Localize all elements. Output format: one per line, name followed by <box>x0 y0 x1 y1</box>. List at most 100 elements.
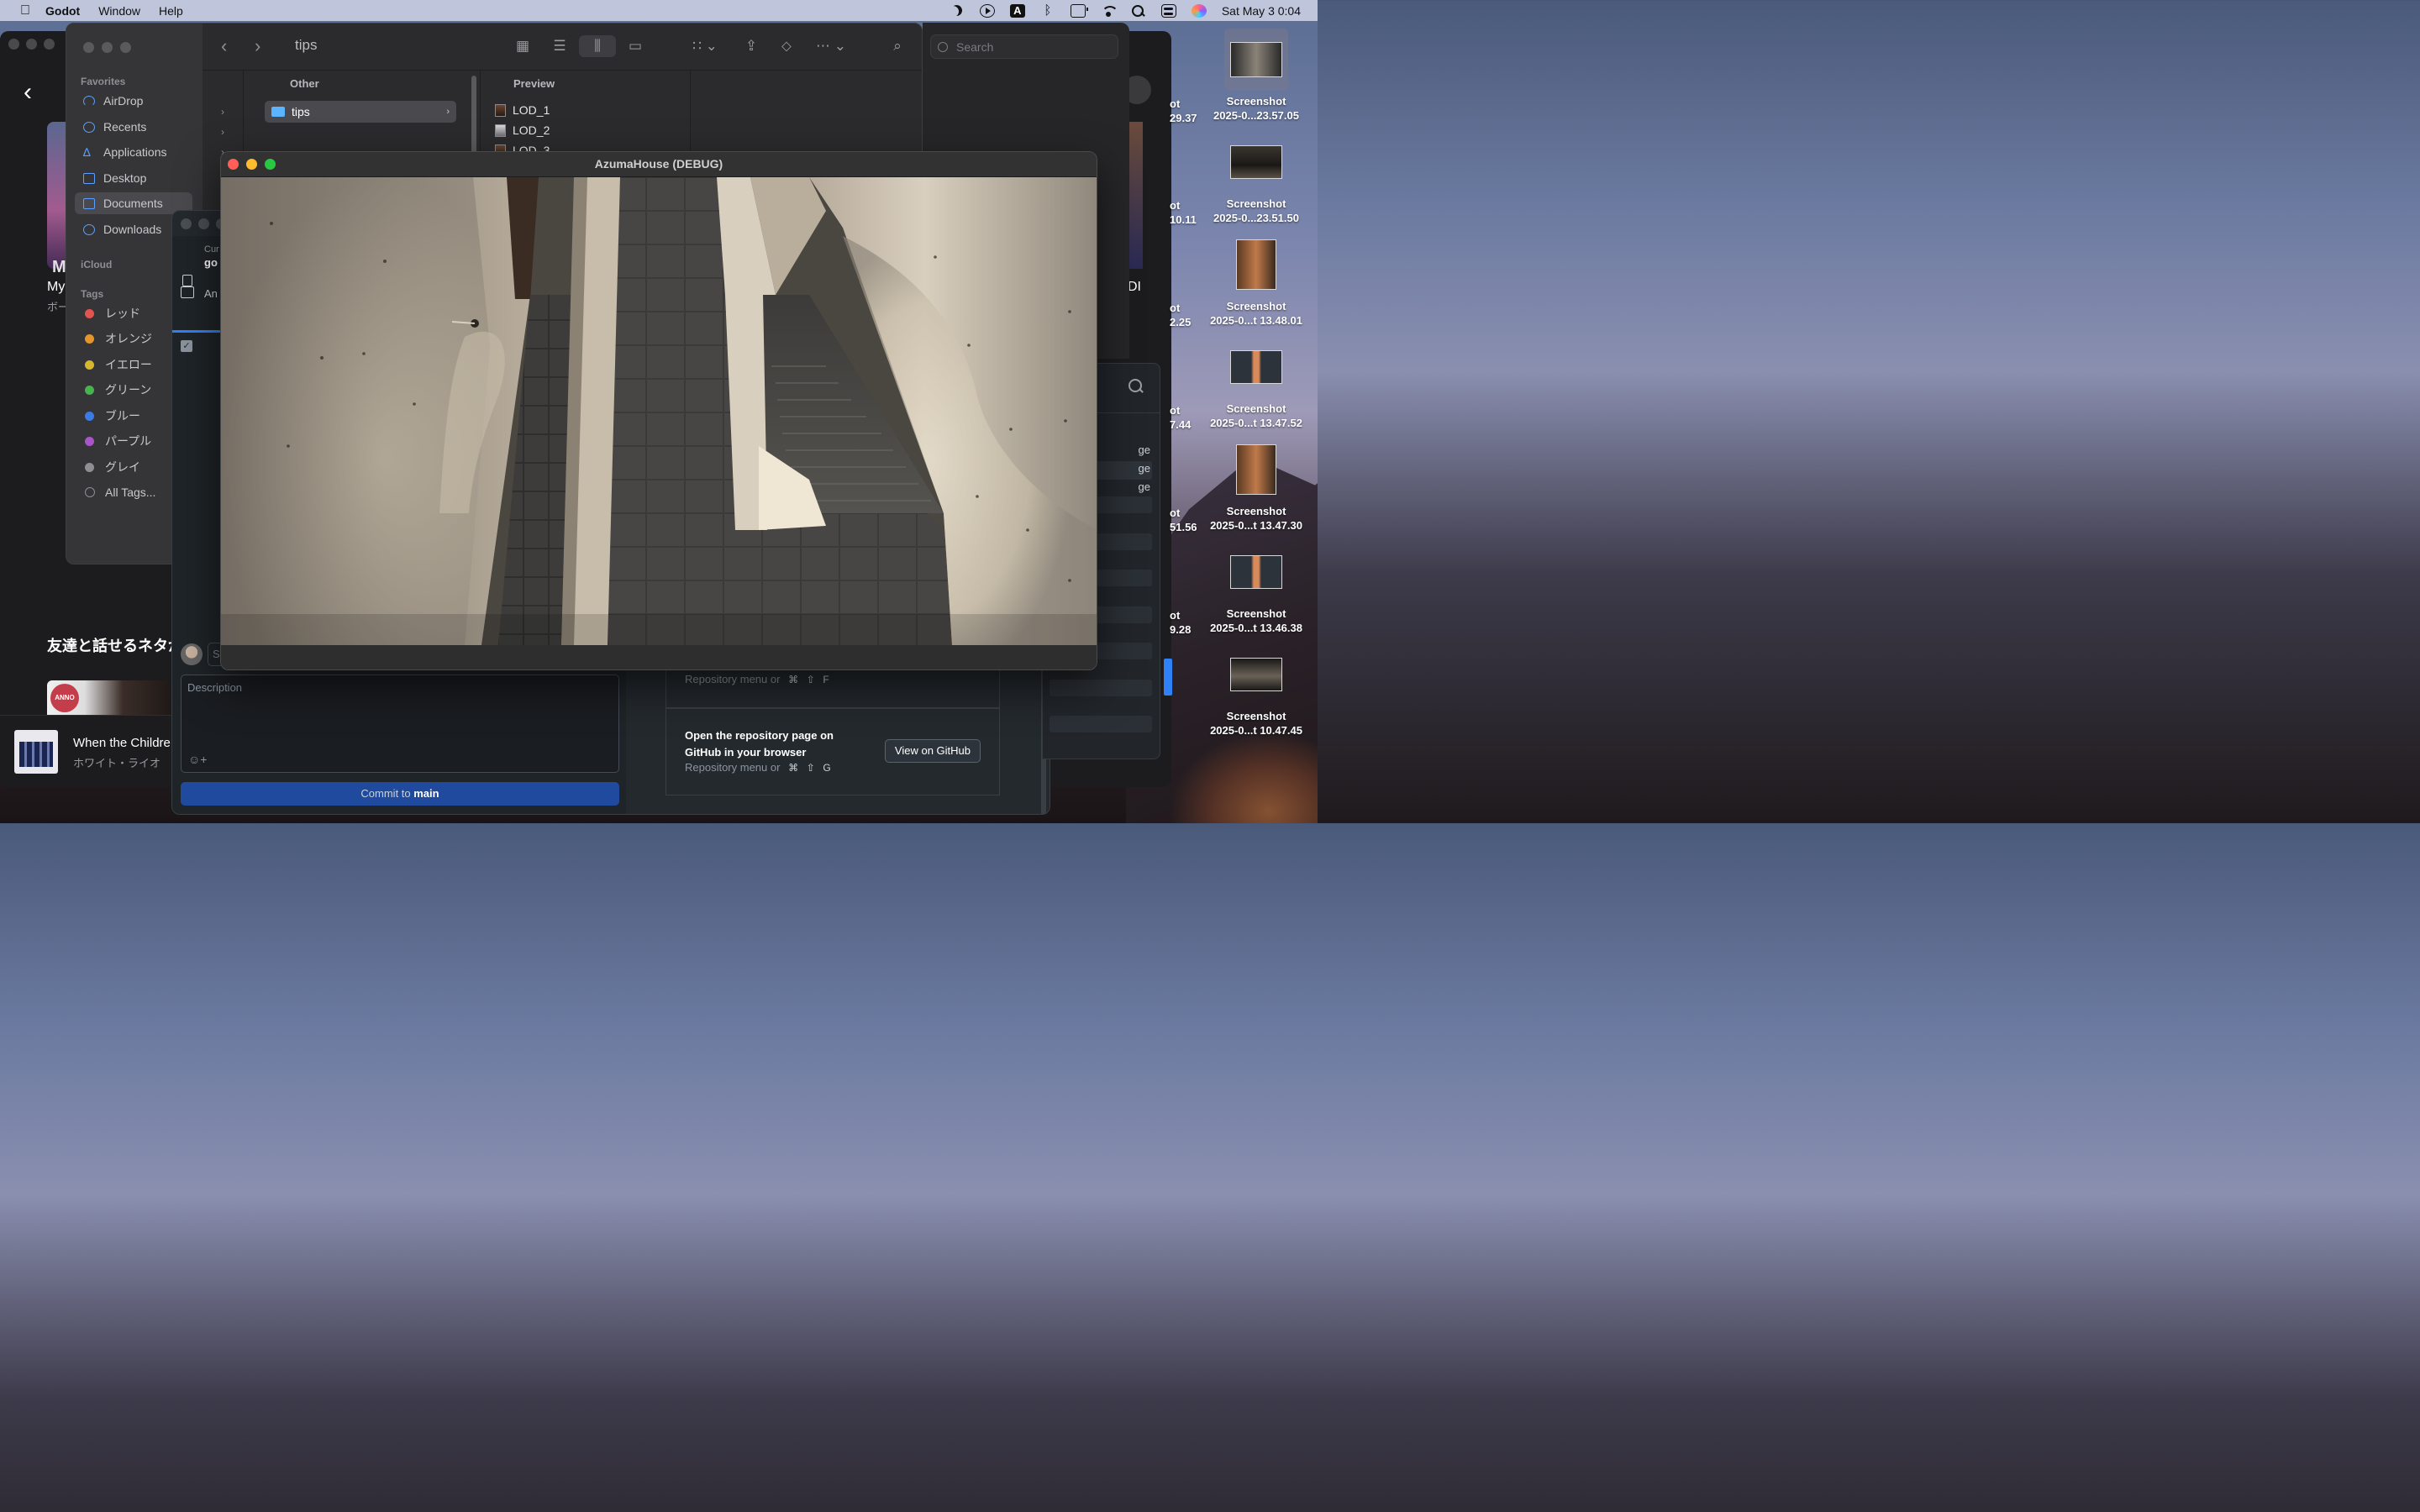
anno-badge: ANNO <box>50 684 79 712</box>
tag-orange-dot-icon <box>85 333 94 344</box>
game-traffic-lights <box>228 159 276 170</box>
screenshot-thumbnail <box>1230 42 1282 77</box>
menu-app-godot[interactable]: Godot <box>45 4 80 18</box>
menu-window[interactable]: Window <box>98 4 140 18</box>
now-playing-subtitle: ホワイト・ライオ <box>73 757 161 769</box>
music-album-title-right: DI <box>1128 280 1141 294</box>
game-status-strip <box>221 645 1097 669</box>
tag-icon[interactable]: ⬦ <box>776 35 797 57</box>
focus-moon-icon[interactable] <box>950 4 965 18</box>
avatar <box>181 643 203 665</box>
list-view-icon[interactable]: ☰ <box>549 35 571 57</box>
game-minimize-button[interactable] <box>246 159 257 170</box>
folder-icon <box>271 107 285 117</box>
now-playing-icon[interactable] <box>979 3 995 18</box>
chevron-right-icon: › <box>446 107 450 117</box>
music-section-title: 友達と話せるネタが <box>47 638 183 654</box>
music-zoom-button[interactable] <box>44 39 55 50</box>
finder-minimize-button[interactable] <box>102 42 113 53</box>
desktop-file-screenshot[interactable]: Screenshot 2025-0...23.57.05 <box>1193 29 1319 123</box>
game-close-button[interactable] <box>228 159 239 170</box>
github-minimize-button[interactable] <box>198 218 209 229</box>
bluetooth-icon[interactable]: ᛒ <box>1040 3 1055 18</box>
desktop-file-screenshot[interactable]: Screenshot 2025-0...t 13.47.30 <box>1193 438 1319 533</box>
description-placeholder: Description <box>187 681 243 694</box>
search-icon[interactable] <box>1128 379 1144 394</box>
now-playing-title: When the Childre <box>73 736 171 750</box>
desktop-file-screenshot[interactable]: Screenshot 2025-0...t 10.47.45 <box>1193 643 1319 738</box>
clipped-file-label[interactable]: ot 7.44 <box>1170 403 1191 432</box>
forward-chevron-icon[interactable]: › <box>255 35 260 57</box>
open-repo-title-2: GitHub in your browser <box>685 746 807 759</box>
command-key-icon: ⌘ <box>788 674 799 685</box>
finder-traffic-lights <box>83 42 131 53</box>
battery-icon[interactable] <box>1070 3 1088 18</box>
more-actions-icon[interactable]: ⋯ ⌄ <box>814 35 848 57</box>
menu-help[interactable]: Help <box>159 4 183 18</box>
f-key: F <box>823 674 829 685</box>
share-icon[interactable]: ⇪ <box>740 35 762 57</box>
sidebar-item-applications[interactable]: ∆ Applications <box>75 141 192 163</box>
control-center-icon[interactable] <box>1160 3 1176 18</box>
screenshot-thumbnail <box>1230 350 1282 384</box>
commit-button[interactable]: Commit to main <box>181 782 619 806</box>
file-row-lod2[interactable]: LOD_2 <box>495 123 550 137</box>
current-repository-value[interactable]: go <box>204 256 218 269</box>
apple-menu-icon[interactable]:  <box>17 3 34 18</box>
back-chevron-icon[interactable]: ‹ <box>221 35 227 57</box>
description-textarea[interactable]: Description ☺+ <box>181 675 619 773</box>
panel-list-slot[interactable] <box>1050 680 1152 696</box>
file-row-lod1[interactable]: LOD_1 <box>495 103 550 117</box>
changes-tab-label[interactable]: An <box>204 287 218 300</box>
panel-list-slot[interactable] <box>1050 716 1152 732</box>
finder-zoom-button[interactable] <box>120 42 131 53</box>
tab-indicator <box>172 330 223 333</box>
column-view-icon[interactable]: ⫼ <box>579 35 616 57</box>
music-close-button[interactable] <box>8 39 19 50</box>
column-header-other: Other <box>290 77 319 90</box>
open-on-github-card: Open the repository page on GitHub in yo… <box>666 708 1000 795</box>
tag-yellow-dot-icon <box>85 360 94 370</box>
game-zoom-button[interactable] <box>265 159 276 170</box>
menu-bar:  Godot Window Help A ᛒ Sat May 3 0:04 <box>0 0 1318 21</box>
game-viewport[interactable] <box>221 177 1097 645</box>
gallery-view-icon[interactable]: ▭ <box>624 35 646 57</box>
add-coauthor-icon[interactable]: ☺+ <box>188 753 207 766</box>
github-close-button[interactable] <box>181 218 192 229</box>
input-source-icon[interactable]: A <box>1009 3 1025 18</box>
sidebar-item-recents[interactable]: Recents <box>75 116 192 138</box>
icon-view-icon[interactable]: ▦ <box>512 35 534 57</box>
desktop-icon <box>83 172 95 184</box>
clipped-file-label[interactable]: ot 2.25 <box>1170 301 1191 329</box>
now-playing-artwork[interactable] <box>14 730 58 774</box>
desktop-file-screenshot[interactable]: Screenshot 2025-0...t 13.47.52 <box>1193 336 1319 430</box>
view-on-github-button[interactable]: View on GitHub <box>884 739 981 763</box>
search-placeholder: Search <box>956 39 994 54</box>
music-back-chevron-icon[interactable]: ‹ <box>24 78 32 107</box>
finder-search-field[interactable]: Search <box>930 34 1118 59</box>
finder-close-button[interactable] <box>83 42 94 53</box>
favorites-heading: Favorites <box>81 76 126 87</box>
tag-purple-dot-icon <box>85 436 94 446</box>
wifi-icon[interactable] <box>1101 4 1118 18</box>
current-repository-label: Cur <box>204 244 219 255</box>
image-file-icon <box>495 123 506 137</box>
desktop-file-screenshot[interactable]: Screenshot 2025-0...t 13.46.38 <box>1193 541 1319 635</box>
desktop-file-screenshot[interactable]: Screenshot 2025-0...23.51.50 <box>1193 131 1319 225</box>
finder-search-icon[interactable]: ⌕ <box>886 35 908 57</box>
row-chevron-icon[interactable]: › <box>221 106 224 118</box>
folder-row-tips[interactable]: tips › <box>265 101 456 123</box>
music-minimize-button[interactable] <box>26 39 37 50</box>
group-by-icon[interactable]: ∷ ⌄ <box>688 35 722 57</box>
siri-icon[interactable] <box>1191 3 1207 18</box>
finder-path-title: tips <box>295 37 318 53</box>
spotlight-search-icon[interactable] <box>1131 4 1146 18</box>
select-all-checkbox[interactable]: ✓ <box>181 340 192 352</box>
sidebar-item-desktop[interactable]: Desktop <box>75 167 192 189</box>
desktop-file-screenshot[interactable]: Screenshot 2025-0...t 13.48.01 <box>1193 234 1319 328</box>
menu-clock[interactable]: Sat May 3 0:04 <box>1222 4 1301 18</box>
clipped-file-label[interactable]: ot 9.28 <box>1170 608 1191 637</box>
shift-key-icon: ⇧ <box>806 762 815 774</box>
row-chevron-icon[interactable]: › <box>221 126 224 138</box>
sidebar-item-airdrop[interactable]: AirDrop <box>75 90 192 112</box>
